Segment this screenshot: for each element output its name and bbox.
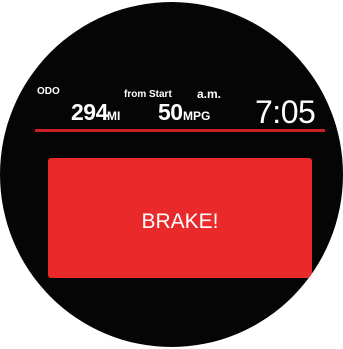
screen: ODO 294 MI from Start 50 MPG a.m. 7:05 B… (0, 0, 343, 349)
status-divider (35, 129, 325, 132)
brake-alert-message: BRAKE! (141, 209, 219, 233)
round-display: ODO 294 MI from Start 50 MPG a.m. 7:05 B… (0, 2, 343, 347)
odometer-value: 294 (71, 99, 108, 125)
brake-alert-panel[interactable]: BRAKE! (48, 158, 312, 278)
am-pm-indicator: a.m. (197, 87, 222, 101)
mpg-unit: MPG (183, 109, 211, 123)
odometer-label: ODO (37, 86, 60, 97)
mpg-value: 50 (158, 99, 183, 125)
clock-time: 7:05 (255, 94, 316, 130)
odometer-unit: MI (107, 109, 121, 123)
